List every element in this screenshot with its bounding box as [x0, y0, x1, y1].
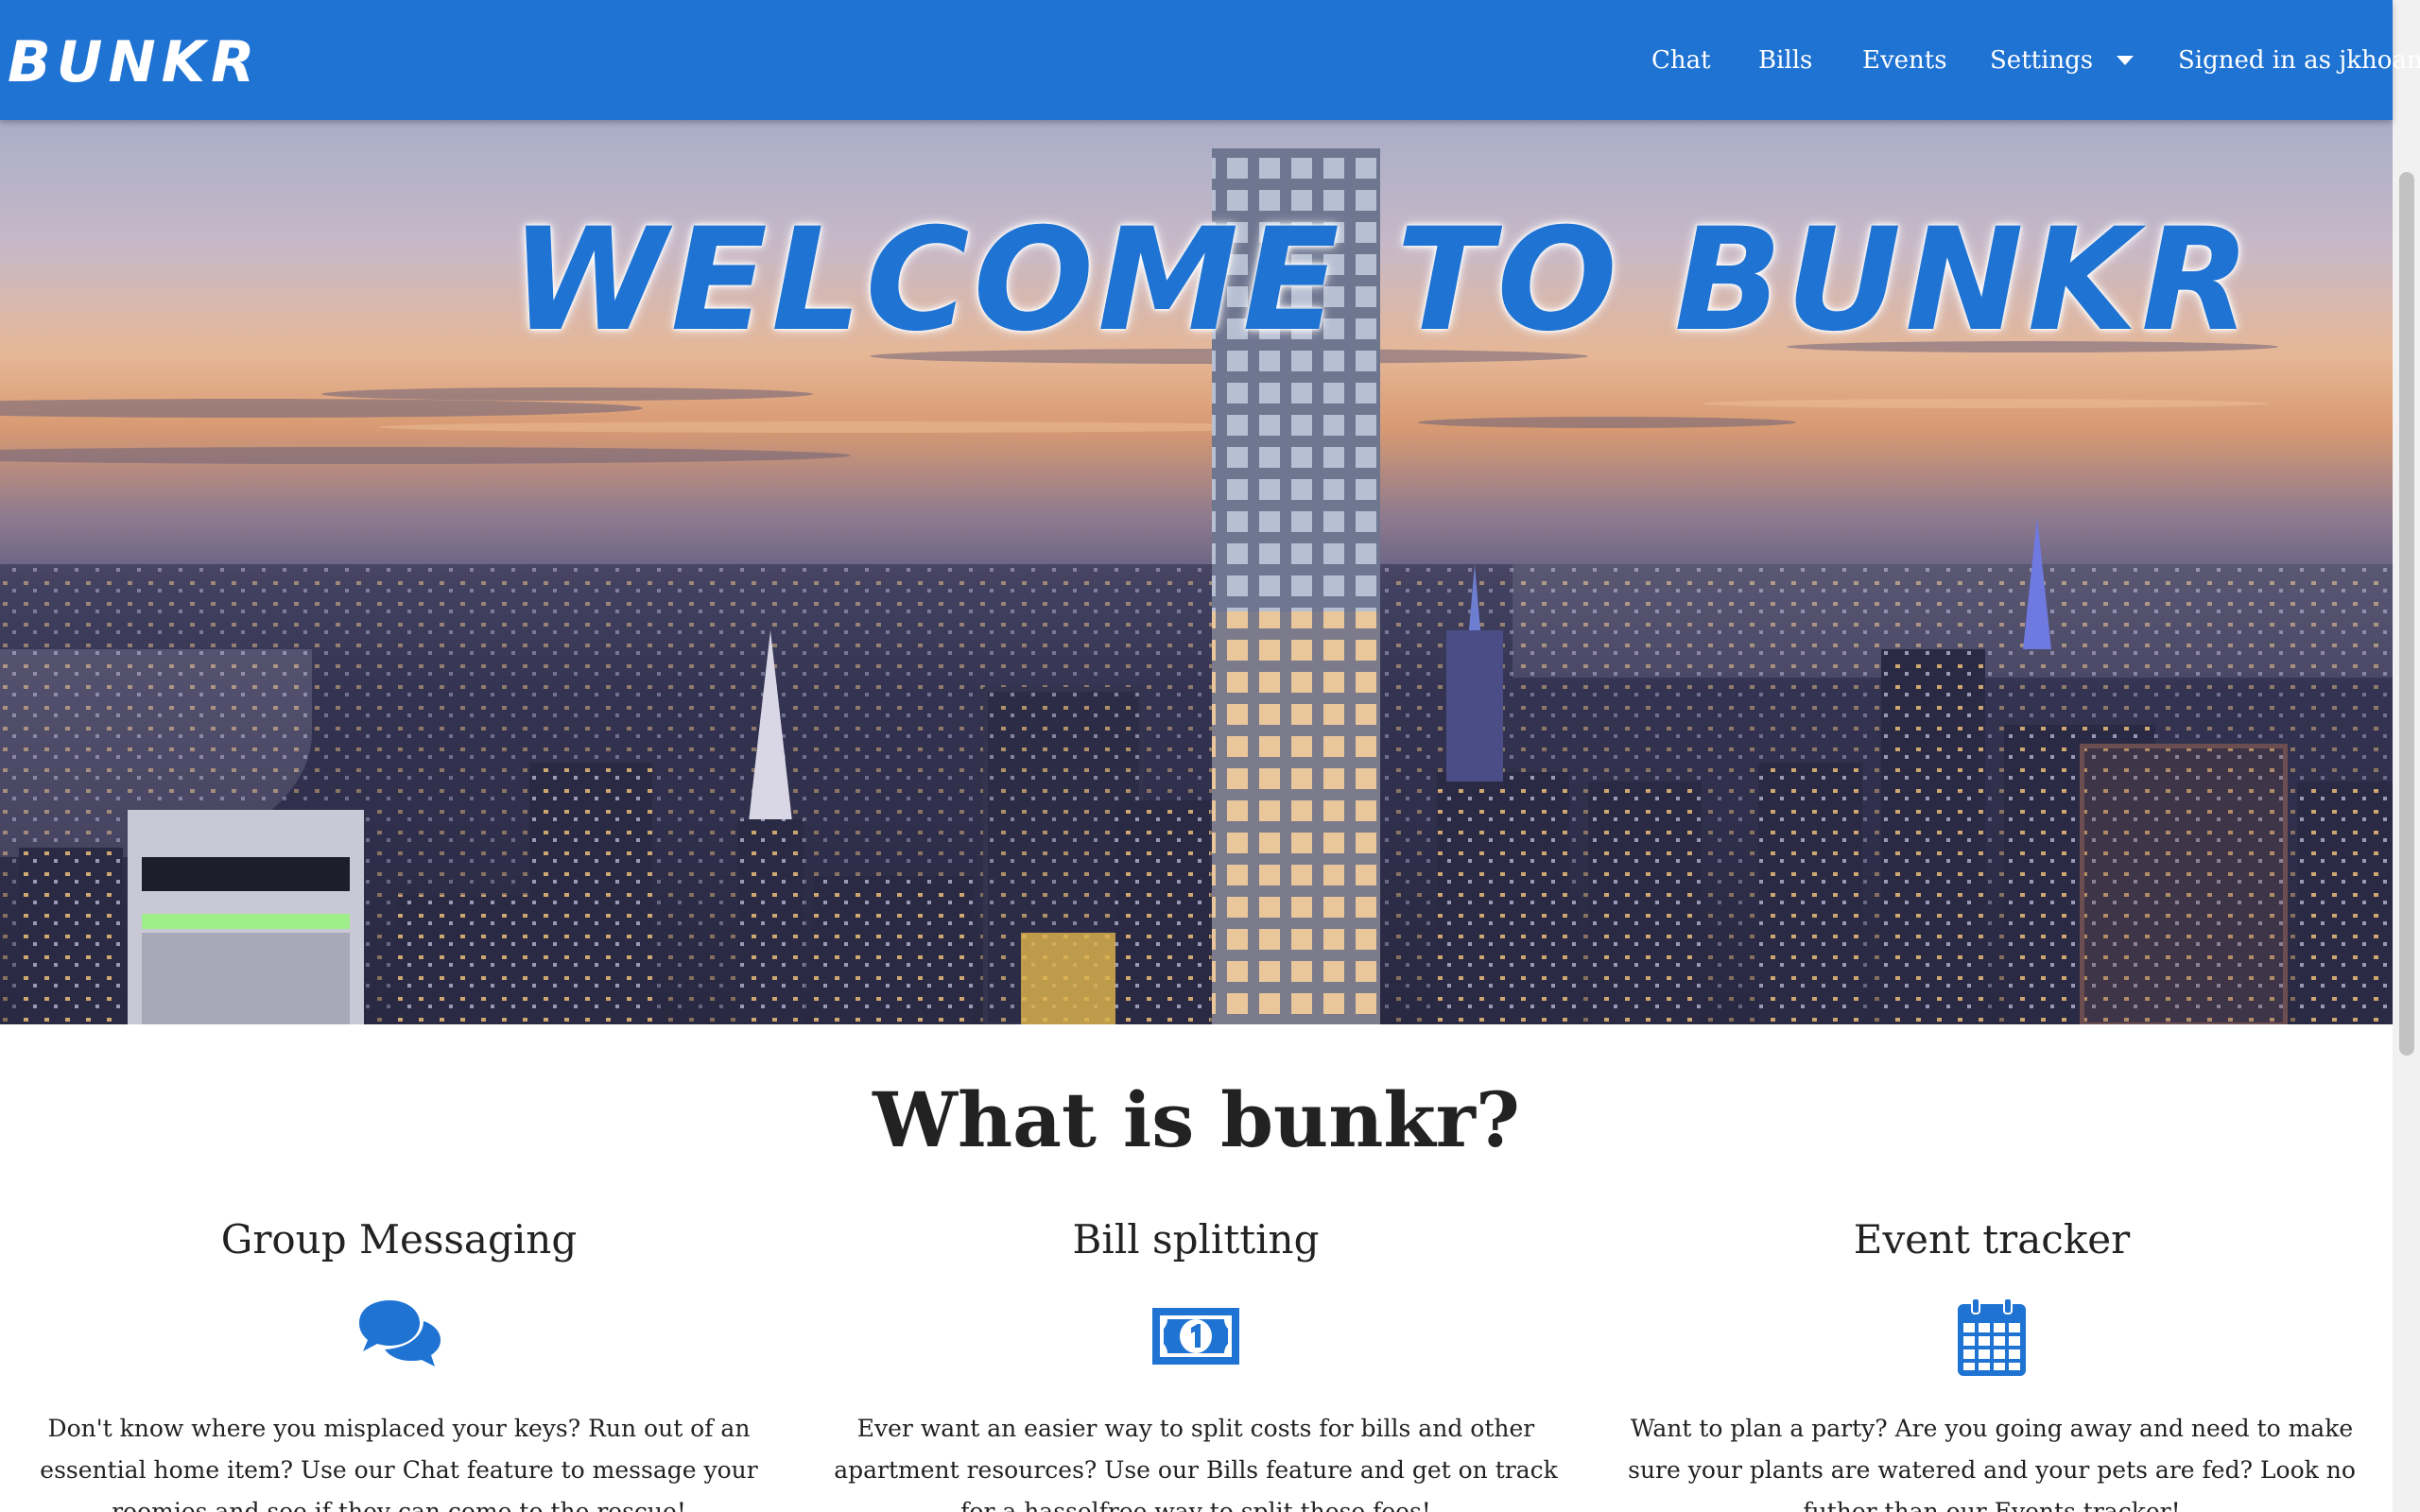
hero-title: WELCOME TO BUNKR: [510, 198, 2255, 363]
settings-dropdown-caret-icon[interactable]: [2114, 52, 2136, 69]
section-title: What is bunkr?: [873, 1075, 1520, 1164]
calendar-icon: [1958, 1297, 2026, 1376]
feature-title: Group Messaging: [220, 1216, 578, 1263]
nav-bills-link[interactable]: Bills: [1758, 42, 1812, 79]
feature-group-messaging: Group Messaging Don't know where you mis…: [11, 1210, 786, 1512]
hero-banner: WELCOME TO BUNKR: [0, 120, 2393, 1024]
nav-events-link[interactable]: Events: [1862, 42, 1947, 79]
feature-description: Want to plan a party? Are you going away…: [1628, 1415, 2356, 1512]
feature-title: Event tracker: [1853, 1216, 2131, 1263]
money-bill-icon: [1152, 1308, 1239, 1365]
brand-logo[interactable]: BUNKR: [8, 26, 263, 98]
feature-event-tracker: Event tracker Want to plan a party? Are …: [1604, 1210, 2379, 1512]
top-navbar: BUNKR Chat Bills Events Settings Signed …: [0, 0, 2420, 120]
page-scrollbar-thumb[interactable]: [2399, 172, 2414, 1056]
feature-bill-splitting: Bill splitting Ever want an easier way t…: [808, 1210, 1583, 1512]
feature-description: Don't know where you misplaced your keys…: [40, 1415, 758, 1512]
nav-settings-link[interactable]: Settings: [1990, 42, 2093, 79]
feature-description: Ever want an easier way to split costs f…: [834, 1415, 1558, 1512]
chat-bubbles-icon: [359, 1300, 441, 1366]
signed-in-user[interactable]: Signed in as jkhoang: [2178, 42, 2420, 79]
nav-chat-link[interactable]: Chat: [1651, 42, 1711, 79]
feature-title: Bill splitting: [1072, 1216, 1320, 1263]
